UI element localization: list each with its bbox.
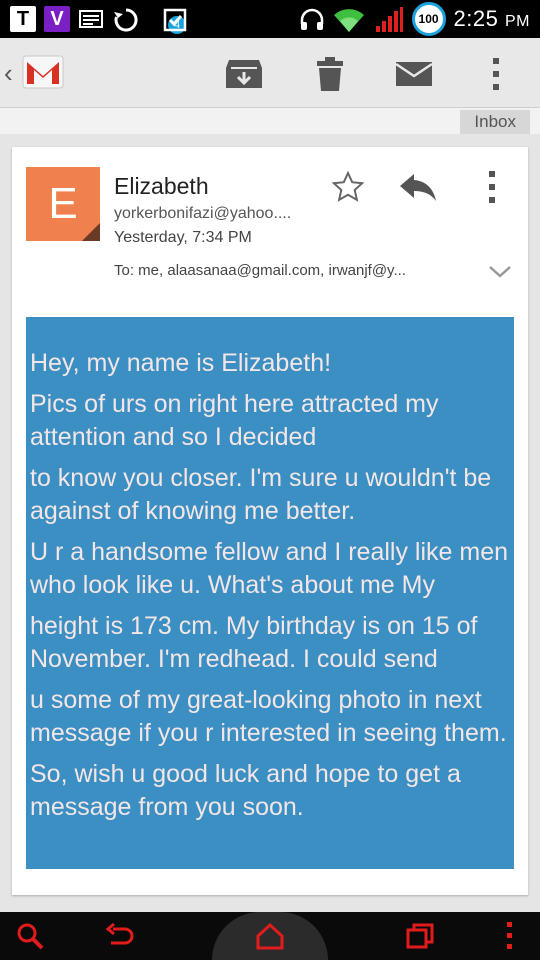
status-bar: T V 4 100 2:25 PM [0,0,540,38]
mark-unread-icon [395,62,433,86]
overflow-menu-button[interactable] [474,52,518,96]
body-paragraph: U r a handsome fellow and I really like … [30,538,509,599]
delete-icon [317,57,343,91]
home-icon [256,922,284,950]
action-bar: ‹ [0,38,540,108]
body-paragraph: Pics of urs on right here attracted my a… [30,390,439,451]
chevron-down-icon [489,266,511,278]
star-button[interactable] [328,169,368,205]
notification-v-icon: V [44,6,70,32]
image-icon [78,6,104,32]
body-paragraph: height is 173 cm. My birthday is on 15 o… [30,612,478,673]
back-icon [105,923,134,945]
gmail-icon[interactable] [20,50,66,94]
up-chevron-icon[interactable]: ‹ [4,58,13,89]
archive-icon [226,60,262,88]
overflow-menu-icon [489,171,495,203]
body-paragraph: u some of my great-looking photo in next… [30,686,507,747]
search-icon [17,923,44,950]
delete-button[interactable] [308,52,352,96]
sender-name: Elizabeth [114,173,209,199]
recent-apps-icon [406,923,434,949]
archive-button[interactable] [222,52,266,96]
search-button[interactable] [12,918,48,954]
body-paragraph: Hey, my name is Elizabeth! [30,349,332,377]
navigation-bar [0,912,540,960]
clock: 2:25 PM [453,6,530,31]
back-button[interactable] [102,918,138,954]
wifi-icon [332,6,366,32]
recipients[interactable]: To: me, alaasanaa@gmail.com, irwanjf@y..… [114,262,464,279]
overflow-menu-icon [493,58,499,90]
inbox-label-tag[interactable]: Inbox [460,110,530,134]
divider-strip [0,108,540,134]
message-overflow-button[interactable] [472,169,512,205]
signal-icon [374,6,404,32]
body-paragraph: So, wish u good luck and hope to get a m… [30,760,461,821]
clipboard-check-icon [162,6,188,32]
menu-dots-icon [507,922,512,949]
message-card: E Elizabeth yorkerbonifazi@yahoo.... Yes… [12,147,528,895]
reply-icon [400,174,436,201]
expand-details-button[interactable] [486,259,514,283]
body-paragraph: to know you closer. I'm sure u wouldn't … [30,464,492,525]
sender-email: yorkerbonifazi@yahoo.... [114,205,292,222]
reply-button[interactable] [398,169,438,205]
avatar[interactable]: E [26,167,100,241]
notification-t-icon: T [10,6,36,32]
headphones-icon [298,6,324,32]
home-button[interactable] [252,918,288,954]
sync-icon [112,6,138,32]
star-icon [332,171,364,202]
mark-unread-button[interactable] [392,52,436,96]
message-body: Hey, my name is Elizabeth! Pics of urs o… [26,317,514,869]
battery-indicator: 100 [411,2,446,36]
recent-apps-button[interactable] [402,918,438,954]
message-timestamp: Yesterday, 7:34 PM [114,229,252,246]
menu-button[interactable] [492,918,528,954]
